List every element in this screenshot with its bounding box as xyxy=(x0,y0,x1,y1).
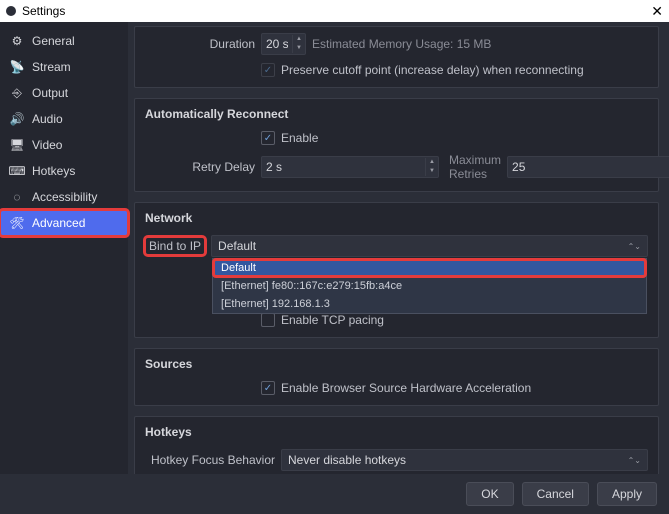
accessibility-icon: ◌ xyxy=(10,190,24,204)
preserve-cutoff-label: Preserve cutoff point (increase delay) w… xyxy=(281,63,584,77)
sidebar-item-stream[interactable]: 📡 Stream xyxy=(0,54,128,80)
section-network: Network Bind to IP Default ⌃⌄ Default [E… xyxy=(134,202,659,338)
section-reconnect: Automatically Reconnect ✓ Enable Retry D… xyxy=(134,98,659,192)
section-title-sources: Sources xyxy=(145,357,648,371)
checkbox-icon: ✓ xyxy=(261,381,275,395)
monitor-icon: 🖥 xyxy=(10,138,24,152)
tools-icon: 🛠 xyxy=(10,216,24,230)
sidebar-item-label: General xyxy=(32,34,75,48)
checkbox-icon: ✓ xyxy=(261,313,275,327)
bind-to-ip-value: Default xyxy=(218,239,256,253)
sidebar-item-label: Advanced xyxy=(32,216,85,230)
sidebar: ⚙ General 📡 Stream ⎆ Output 🔊 Audio 🖥 Vi… xyxy=(0,22,128,474)
browser-hw-label: Enable Browser Source Hardware Accelerat… xyxy=(281,381,531,395)
ok-button[interactable]: OK xyxy=(466,482,513,506)
retry-delay-input[interactable] xyxy=(262,160,425,174)
app-icon xyxy=(6,6,16,16)
keyboard-icon: ⌨ xyxy=(10,164,24,178)
checkbox-icon: ✓ xyxy=(261,131,275,145)
sidebar-item-general[interactable]: ⚙ General xyxy=(0,28,128,54)
chevron-updown-icon: ⌃⌄ xyxy=(628,456,641,465)
tcp-pacing-check[interactable]: ✓ Enable TCP pacing xyxy=(261,313,384,327)
browser-hw-check[interactable]: ✓ Enable Browser Source Hardware Acceler… xyxy=(261,381,531,395)
preserve-cutoff-check[interactable]: ✓ Preserve cutoff point (increase delay)… xyxy=(261,63,584,77)
section-title-reconnect: Automatically Reconnect xyxy=(145,107,648,121)
spinner-arrows[interactable]: ▲▼ xyxy=(425,158,438,176)
section-delay: Duration ▲▼ Estimated Memory Usage: 15 M… xyxy=(134,26,659,88)
max-retries-label: Maximum Retries xyxy=(449,153,501,181)
bind-to-ip-label: Bind to IP xyxy=(145,237,205,255)
dialog-footer: OK Cancel Apply xyxy=(0,474,669,514)
duration-input[interactable] xyxy=(262,37,292,51)
chevron-updown-icon: ⌃⌄ xyxy=(628,242,641,251)
sidebar-item-label: Video xyxy=(32,138,62,152)
reconnect-enable-label: Enable xyxy=(281,131,318,145)
memory-hint: Estimated Memory Usage: 15 MB xyxy=(312,37,491,51)
section-sources: Sources ✓ Enable Browser Source Hardware… xyxy=(134,348,659,406)
hotkey-focus-label: Hotkey Focus Behavior xyxy=(145,453,275,467)
sidebar-item-label: Accessibility xyxy=(32,190,97,204)
retry-delay-spinner[interactable]: ▲▼ xyxy=(261,156,439,178)
window-title: Settings xyxy=(22,4,651,18)
section-title-hotkeys: Hotkeys xyxy=(145,425,648,439)
sidebar-item-output[interactable]: ⎆ Output xyxy=(0,80,128,106)
antenna-icon: 📡 xyxy=(10,60,24,74)
titlebar: Settings ✕ xyxy=(0,0,669,22)
max-retries-input[interactable] xyxy=(508,160,669,174)
duration-spinner[interactable]: ▲▼ xyxy=(261,33,306,55)
max-retries-spinner[interactable]: ▲▼ xyxy=(507,156,669,178)
sidebar-item-video[interactable]: 🖥 Video xyxy=(0,132,128,158)
speaker-icon: 🔊 xyxy=(10,112,24,126)
bind-to-ip-select[interactable]: Default ⌃⌄ Default [Ethernet] fe80::167c… xyxy=(211,235,648,257)
duration-label: Duration xyxy=(145,37,255,51)
apply-button[interactable]: Apply xyxy=(597,482,657,506)
tcp-pacing-label: Enable TCP pacing xyxy=(281,313,384,327)
sidebar-item-advanced[interactable]: 🛠 Advanced xyxy=(0,210,128,236)
bind-to-ip-dropdown: Default [Ethernet] fe80::167c:e279:15fb:… xyxy=(212,258,647,314)
sidebar-item-audio[interactable]: 🔊 Audio xyxy=(0,106,128,132)
main-panel: Duration ▲▼ Estimated Memory Usage: 15 M… xyxy=(128,22,669,474)
bind-option-default[interactable]: Default xyxy=(213,259,646,277)
section-title-network: Network xyxy=(145,211,648,225)
spinner-arrows[interactable]: ▲▼ xyxy=(292,35,305,53)
retry-delay-label: Retry Delay xyxy=(145,160,255,174)
sidebar-item-label: Hotkeys xyxy=(32,164,75,178)
sidebar-item-accessibility[interactable]: ◌ Accessibility xyxy=(0,184,128,210)
sidebar-item-hotkeys[interactable]: ⌨ Hotkeys xyxy=(0,158,128,184)
sidebar-item-label: Stream xyxy=(32,60,71,74)
section-hotkeys: Hotkeys Hotkey Focus Behavior Never disa… xyxy=(134,416,659,474)
checkbox-icon: ✓ xyxy=(261,63,275,77)
gear-icon: ⚙ xyxy=(10,34,24,48)
reconnect-enable-check[interactable]: ✓ Enable xyxy=(261,131,318,145)
output-icon: ⎆ xyxy=(10,86,24,100)
sidebar-item-label: Audio xyxy=(32,112,63,126)
hotkey-focus-select[interactable]: Never disable hotkeys ⌃⌄ xyxy=(281,449,648,471)
bind-option-ethernet-ipv6[interactable]: [Ethernet] fe80::167c:e279:15fb:a4ce xyxy=(213,277,646,295)
sidebar-item-label: Output xyxy=(32,86,68,100)
hotkey-focus-value: Never disable hotkeys xyxy=(288,453,406,467)
close-icon[interactable]: ✕ xyxy=(651,3,663,20)
cancel-button[interactable]: Cancel xyxy=(522,482,589,506)
bind-option-ethernet-ipv4[interactable]: [Ethernet] 192.168.1.3 xyxy=(213,295,646,313)
